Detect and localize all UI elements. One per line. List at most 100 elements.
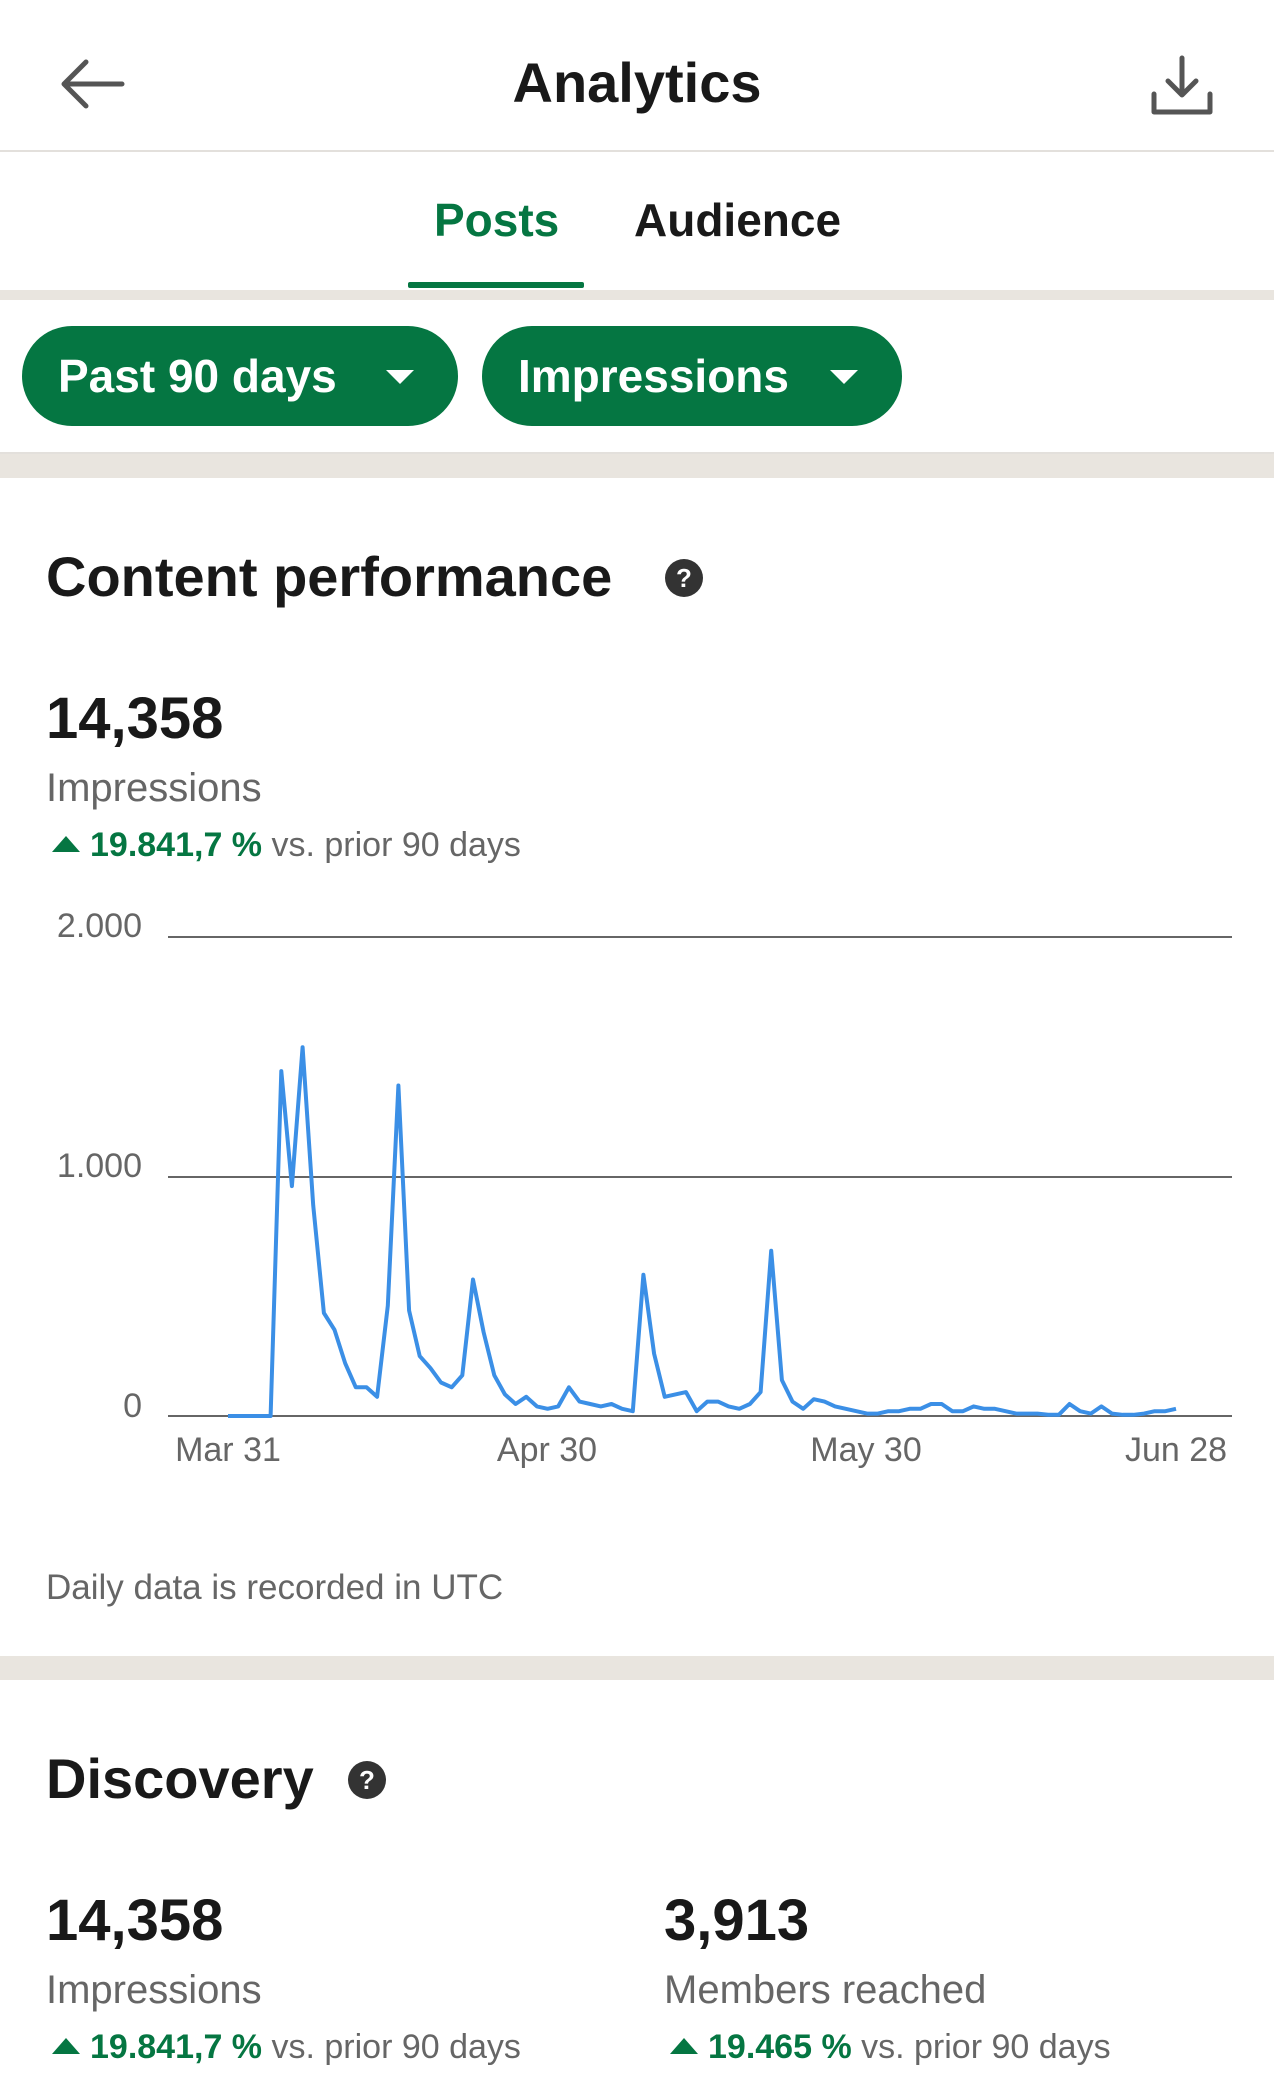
data-point — [914, 1403, 926, 1415]
data-point — [435, 1377, 447, 1389]
download-button[interactable] — [1142, 50, 1222, 122]
caret-down-icon — [830, 370, 858, 384]
data-point — [616, 1403, 628, 1415]
help-icon[interactable]: ? — [664, 558, 704, 598]
data-point — [1000, 1405, 1012, 1417]
data-point — [552, 1400, 564, 1412]
data-point — [723, 1400, 735, 1412]
data-point — [765, 1245, 777, 1257]
y-tick-label: 0 — [123, 1387, 142, 1425]
discovery-title: Discovery — [46, 1747, 314, 1810]
content-performance-title: Content performance — [46, 545, 613, 608]
download-icon — [1151, 55, 1213, 115]
data-point — [392, 1080, 404, 1092]
members-reached-change: 19.465 % vs. prior 90 days — [670, 2026, 1111, 2068]
change-percent: 19.841,7 % — [90, 2028, 263, 2066]
data-point — [350, 1381, 362, 1393]
metric-dropdown[interactable]: Impressions — [482, 326, 902, 426]
data-point — [233, 1410, 245, 1422]
data-point — [329, 1324, 341, 1336]
section-divider — [0, 454, 1274, 478]
data-point — [1032, 1408, 1044, 1420]
data-point — [339, 1357, 351, 1369]
data-point — [499, 1388, 511, 1400]
data-point — [1159, 1405, 1171, 1417]
data-point — [467, 1274, 479, 1286]
app-header: Analytics — [0, 0, 1274, 152]
members-reached-value: 3,913 — [664, 1888, 810, 1953]
trend-up-icon — [52, 2038, 80, 2054]
change-suffix: vs. prior 90 days — [271, 2028, 521, 2066]
svg-text:?: ? — [676, 563, 692, 593]
members-reached-label: Members reached — [664, 1968, 987, 2012]
data-point — [414, 1350, 426, 1362]
data-point — [712, 1396, 724, 1408]
data-point — [882, 1405, 894, 1417]
data-point — [669, 1388, 681, 1400]
tab-bar: Posts Audience — [0, 152, 1274, 292]
data-point — [904, 1403, 916, 1415]
tab-audience[interactable]: Audience — [634, 192, 841, 248]
data-point — [403, 1305, 415, 1317]
data-point — [1042, 1409, 1054, 1421]
data-point — [701, 1396, 713, 1408]
data-point — [446, 1381, 458, 1393]
data-point — [850, 1405, 862, 1417]
x-tick-label: Mar 31 — [175, 1431, 281, 1469]
data-point — [1053, 1409, 1065, 1421]
data-point — [275, 1065, 287, 1077]
discovery-impressions-value: 14,358 — [46, 1888, 224, 1953]
trend-up-icon — [670, 2038, 698, 2054]
tab-posts[interactable]: Posts — [434, 192, 559, 248]
data-point — [1149, 1405, 1161, 1417]
metric-label: Impressions — [518, 350, 789, 402]
data-point — [893, 1405, 905, 1417]
data-point — [307, 1199, 319, 1211]
x-tick-label: Jun 28 — [1125, 1431, 1227, 1469]
x-tick-label: Apr 30 — [497, 1431, 597, 1469]
page-title: Analytics — [512, 51, 762, 114]
data-point — [819, 1396, 831, 1408]
data-point — [584, 1398, 596, 1410]
data-point — [978, 1403, 990, 1415]
data-point — [595, 1400, 607, 1412]
data-point — [563, 1381, 575, 1393]
date-range-dropdown[interactable]: Past 90 days — [22, 326, 458, 426]
change-percent: 19.465 % — [708, 2028, 852, 2066]
data-point — [488, 1369, 500, 1381]
data-point — [318, 1307, 330, 1319]
data-point — [829, 1400, 841, 1412]
filter-bar: Past 90 days Impressions — [0, 300, 1274, 454]
data-point — [531, 1400, 543, 1412]
data-point — [733, 1403, 745, 1415]
data-point — [957, 1405, 969, 1417]
data-point — [1127, 1409, 1139, 1421]
data-point — [776, 1374, 788, 1386]
utc-footnote: Daily data is recorded in UTC — [46, 1568, 504, 1607]
data-point — [872, 1408, 884, 1420]
data-point — [989, 1403, 1001, 1415]
data-point — [659, 1391, 671, 1403]
data-point — [946, 1405, 958, 1417]
data-point — [1010, 1408, 1022, 1420]
data-point — [691, 1405, 703, 1417]
data-point — [861, 1408, 873, 1420]
data-point — [1085, 1408, 1097, 1420]
data-point — [520, 1391, 532, 1403]
data-point — [1095, 1400, 1107, 1412]
help-icon[interactable]: ? — [347, 1760, 387, 1800]
data-point — [574, 1396, 586, 1408]
change-suffix: vs. prior 90 days — [861, 2028, 1111, 2066]
discovery-impressions-change: 19.841,7 % vs. prior 90 days — [52, 2026, 521, 2068]
data-point — [680, 1386, 692, 1398]
data-point — [361, 1381, 373, 1393]
impressions-label: Impressions — [46, 766, 262, 810]
data-point — [1138, 1408, 1150, 1420]
data-point — [286, 1180, 298, 1192]
data-point — [840, 1403, 852, 1415]
data-point — [382, 1300, 394, 1312]
trend-up-icon — [52, 836, 80, 852]
change-percent: 19.841,7 % — [90, 826, 263, 864]
data-point — [510, 1398, 522, 1410]
data-point — [925, 1398, 937, 1410]
